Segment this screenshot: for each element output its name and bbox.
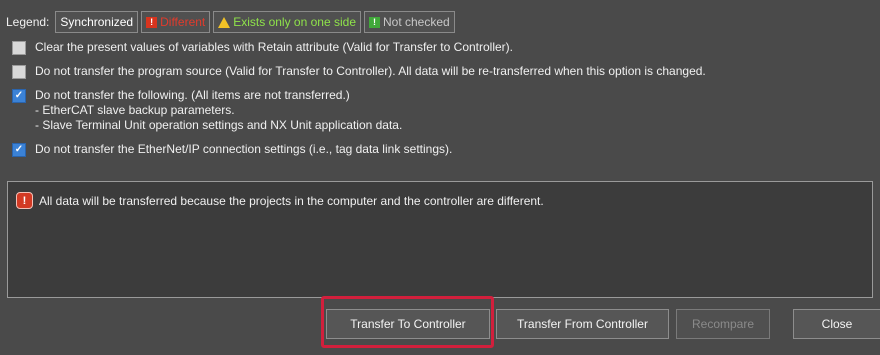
error-icon: ! xyxy=(146,16,158,28)
legend-bar: Legend: Synchronized ! Different Exists … xyxy=(6,9,455,35)
info-icon: ! xyxy=(369,16,380,28)
option-text: Do not transfer the following. (All item… xyxy=(35,88,402,133)
option-line: Clear the present values of variables wi… xyxy=(35,40,513,54)
legend-not-checked: ! Not checked xyxy=(364,11,455,33)
option-text: Do not transfer the program source (Vali… xyxy=(35,64,706,79)
message-row: ! All data will be transferred because t… xyxy=(16,192,544,209)
message-panel: ! All data will be transferred because t… xyxy=(7,181,873,298)
option-no-ethernet-ip[interactable]: ✓ Do not transfer the EtherNet/IP connec… xyxy=(12,142,870,157)
legend-different-label: Different xyxy=(160,15,206,29)
transfer-from-controller-button[interactable]: Transfer From Controller xyxy=(496,309,669,339)
legend-not-checked-label: Not checked xyxy=(383,15,450,29)
legend-label: Legend: xyxy=(6,15,50,29)
legend-different: ! Different xyxy=(141,11,211,33)
error-icon: ! xyxy=(16,192,33,209)
option-text: Clear the present values of variables wi… xyxy=(35,40,513,55)
option-line: - EtherCAT slave backup parameters. xyxy=(35,103,235,117)
legend-synchronized: Synchronized xyxy=(55,11,139,33)
option-no-ethernet-ip-checkbox[interactable]: ✓ xyxy=(12,143,26,157)
option-no-program-source[interactable]: Do not transfer the program source (Vali… xyxy=(12,64,870,79)
recompare-button[interactable]: Recompare xyxy=(676,309,770,339)
option-line: - Slave Terminal Unit operation settings… xyxy=(35,118,403,132)
option-no-transfer-following[interactable]: ✓ Do not transfer the following. (All it… xyxy=(12,88,870,133)
warning-icon xyxy=(218,16,231,28)
option-clear-retain-checkbox[interactable] xyxy=(12,41,26,55)
legend-exists-one-side-label: Exists only on one side xyxy=(233,15,356,29)
transfer-options: Clear the present values of variables wi… xyxy=(12,40,870,166)
transfer-to-controller-button[interactable]: Transfer To Controller xyxy=(326,309,490,339)
option-no-program-source-checkbox[interactable] xyxy=(12,65,26,79)
option-line: Do not transfer the following. (All item… xyxy=(35,88,350,102)
message-text: All data will be transferred because the… xyxy=(39,193,544,208)
legend-exists-one-side: Exists only on one side xyxy=(213,11,361,33)
close-button[interactable]: Close xyxy=(793,309,880,339)
legend-synchronized-label: Synchronized xyxy=(60,15,134,29)
option-clear-retain[interactable]: Clear the present values of variables wi… xyxy=(12,40,870,55)
option-text: Do not transfer the EtherNet/IP connecti… xyxy=(35,142,452,157)
option-no-transfer-following-checkbox[interactable]: ✓ xyxy=(12,89,26,103)
option-line: Do not transfer the program source (Vali… xyxy=(35,64,706,78)
option-line: Do not transfer the EtherNet/IP connecti… xyxy=(35,142,453,156)
